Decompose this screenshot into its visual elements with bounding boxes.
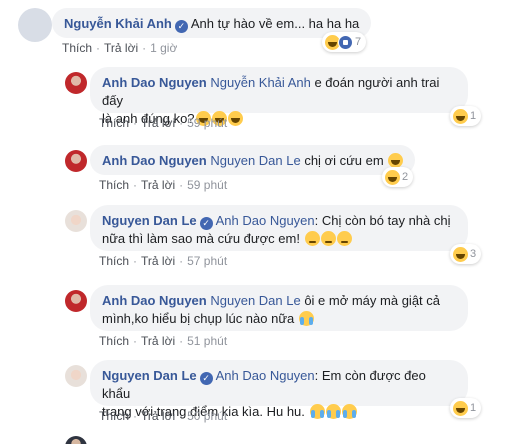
comment-actions: Thích · Trả lời · 57 phút bbox=[99, 254, 228, 268]
author-name[interactable]: Nguyen Dan Le bbox=[102, 213, 197, 228]
mention-tag[interactable]: Nguyễn Khải Anh bbox=[210, 75, 310, 90]
reply-button[interactable]: Trả lời bbox=[141, 254, 175, 268]
crying-emoji-icon bbox=[298, 311, 314, 326]
comment-actions: Thích · Trả lời · 51 phút bbox=[99, 334, 228, 348]
comment-actions: Thích · Trả lời · 59 phút bbox=[99, 178, 228, 192]
laugh-emoji-icon bbox=[453, 246, 468, 262]
reaction-count: 7 bbox=[355, 36, 362, 48]
reply-button[interactable]: Trả lời bbox=[141, 178, 175, 192]
avatar[interactable] bbox=[65, 365, 87, 387]
reply-button[interactable]: Trả lời bbox=[141, 334, 175, 348]
pensive-emoji-icon bbox=[304, 231, 320, 246]
comment-text-line2: nữa thì làm sao mà cứu được em! bbox=[102, 231, 304, 246]
timestamp[interactable]: 51 phút bbox=[187, 334, 227, 348]
comment-text: chị ơi cứu em bbox=[300, 153, 388, 168]
pensive-emoji-icon bbox=[320, 231, 336, 246]
verified-badge-icon: ✓ bbox=[199, 372, 213, 385]
mention-tag[interactable]: Anh Dao Nguyen bbox=[216, 368, 315, 383]
like-button[interactable]: Thích bbox=[99, 334, 129, 348]
avatar[interactable] bbox=[18, 8, 52, 42]
like-button[interactable]: Thích bbox=[99, 254, 129, 268]
author-name[interactable]: Anh Dao Nguyen bbox=[102, 75, 207, 90]
timestamp[interactable]: 59 phút bbox=[187, 178, 227, 192]
laugh-emoji-icon bbox=[385, 169, 400, 185]
reaction-summary[interactable]: 1 bbox=[450, 106, 482, 126]
reaction-summary[interactable]: 2 bbox=[382, 167, 414, 187]
reply-button[interactable]: Trả lời bbox=[141, 116, 175, 130]
comment-bubble: Anh Dao Nguyen Nguyễn Khải Anh e đoán ng… bbox=[90, 67, 468, 126]
like-button[interactable]: Thích bbox=[99, 409, 129, 423]
author-name[interactable]: Nguyen Dan Le bbox=[102, 368, 197, 383]
avatar[interactable] bbox=[65, 150, 87, 172]
comment-text-line2: mình,ko hiểu bị chụp lúc nào nữa bbox=[102, 311, 298, 326]
avatar[interactable] bbox=[65, 290, 87, 312]
crying-emoji-icon bbox=[309, 404, 325, 419]
timestamp[interactable]: 59 phút bbox=[187, 116, 227, 130]
reaction-summary[interactable]: 7 bbox=[322, 32, 367, 52]
reaction-count: 3 bbox=[470, 248, 477, 260]
timestamp[interactable]: 57 phút bbox=[187, 254, 227, 268]
laugh-emoji-icon bbox=[388, 153, 404, 168]
comment-bubble: Anh Dao Nguyen Nguyen Dan Le ôi e mở máy… bbox=[90, 285, 468, 331]
pensive-emoji-icon bbox=[336, 231, 352, 246]
crying-emoji-icon bbox=[325, 404, 341, 419]
like-icon bbox=[338, 34, 353, 50]
timestamp[interactable]: 50 phút bbox=[187, 409, 227, 423]
comment-bubble: Anh Dao Nguyen Nguyen Dan Le chị ơi cứu … bbox=[90, 145, 416, 175]
reaction-count: 1 bbox=[470, 402, 477, 414]
comment-text: ôi e mở máy mà giật cả bbox=[300, 293, 440, 308]
avatar[interactable] bbox=[65, 72, 87, 94]
like-button[interactable]: Thích bbox=[99, 178, 129, 192]
mention-tag[interactable]: Nguyen Dan Le bbox=[210, 153, 300, 168]
comment-actions: Thích · Trả lời · 59 phút bbox=[99, 116, 228, 130]
verified-badge-icon: ✓ bbox=[174, 20, 188, 33]
reaction-summary[interactable]: 1 bbox=[450, 398, 482, 418]
reaction-count: 2 bbox=[402, 171, 409, 183]
like-button[interactable]: Thích bbox=[62, 41, 92, 55]
reply-button[interactable]: Trả lời bbox=[104, 41, 138, 55]
like-button[interactable]: Thích bbox=[99, 116, 129, 130]
comment-text: : Chị còn bó tay nhà chị bbox=[314, 213, 451, 228]
crying-emoji-icon bbox=[341, 404, 357, 419]
timestamp[interactable]: 1 giờ bbox=[150, 41, 177, 55]
author-name[interactable]: Anh Dao Nguyen bbox=[102, 293, 207, 308]
verified-badge-icon: ✓ bbox=[199, 217, 213, 230]
laugh-emoji-icon bbox=[453, 400, 468, 416]
author-name[interactable]: Anh Dao Nguyen bbox=[102, 153, 207, 168]
reaction-count: 1 bbox=[470, 110, 477, 122]
comment-bubble: Nguyễn Khải Anh ✓ Anh tự hào về em... ha h… bbox=[52, 8, 372, 38]
comment-bubble: Nguyen Dan Le ✓ Anh Dao Nguyen: Em còn đượ… bbox=[90, 360, 468, 419]
laugh-emoji-icon bbox=[227, 111, 243, 126]
avatar[interactable] bbox=[65, 210, 87, 232]
mention-tag[interactable]: Anh Dao Nguyen bbox=[216, 213, 315, 228]
comment-actions: Thích · Trả lời · 1 giờ bbox=[62, 41, 178, 55]
mention-tag[interactable]: Nguyen Dan Le bbox=[210, 293, 300, 308]
reply-button[interactable]: Trả lời bbox=[141, 409, 175, 423]
avatar[interactable] bbox=[65, 436, 87, 444]
comment-text: Anh tự hào về em... ha ha ha bbox=[190, 16, 360, 31]
comment-actions: Thích · Trả lời · 50 phút bbox=[99, 409, 228, 423]
comment-bubble: Nguyen Dan Le ✓ Anh Dao Nguyen: Chị còn bó… bbox=[90, 205, 468, 251]
author-name[interactable]: Nguyễn Khải Anh bbox=[64, 16, 172, 31]
laugh-emoji-icon bbox=[453, 108, 468, 124]
reaction-summary[interactable]: 3 bbox=[450, 244, 482, 264]
